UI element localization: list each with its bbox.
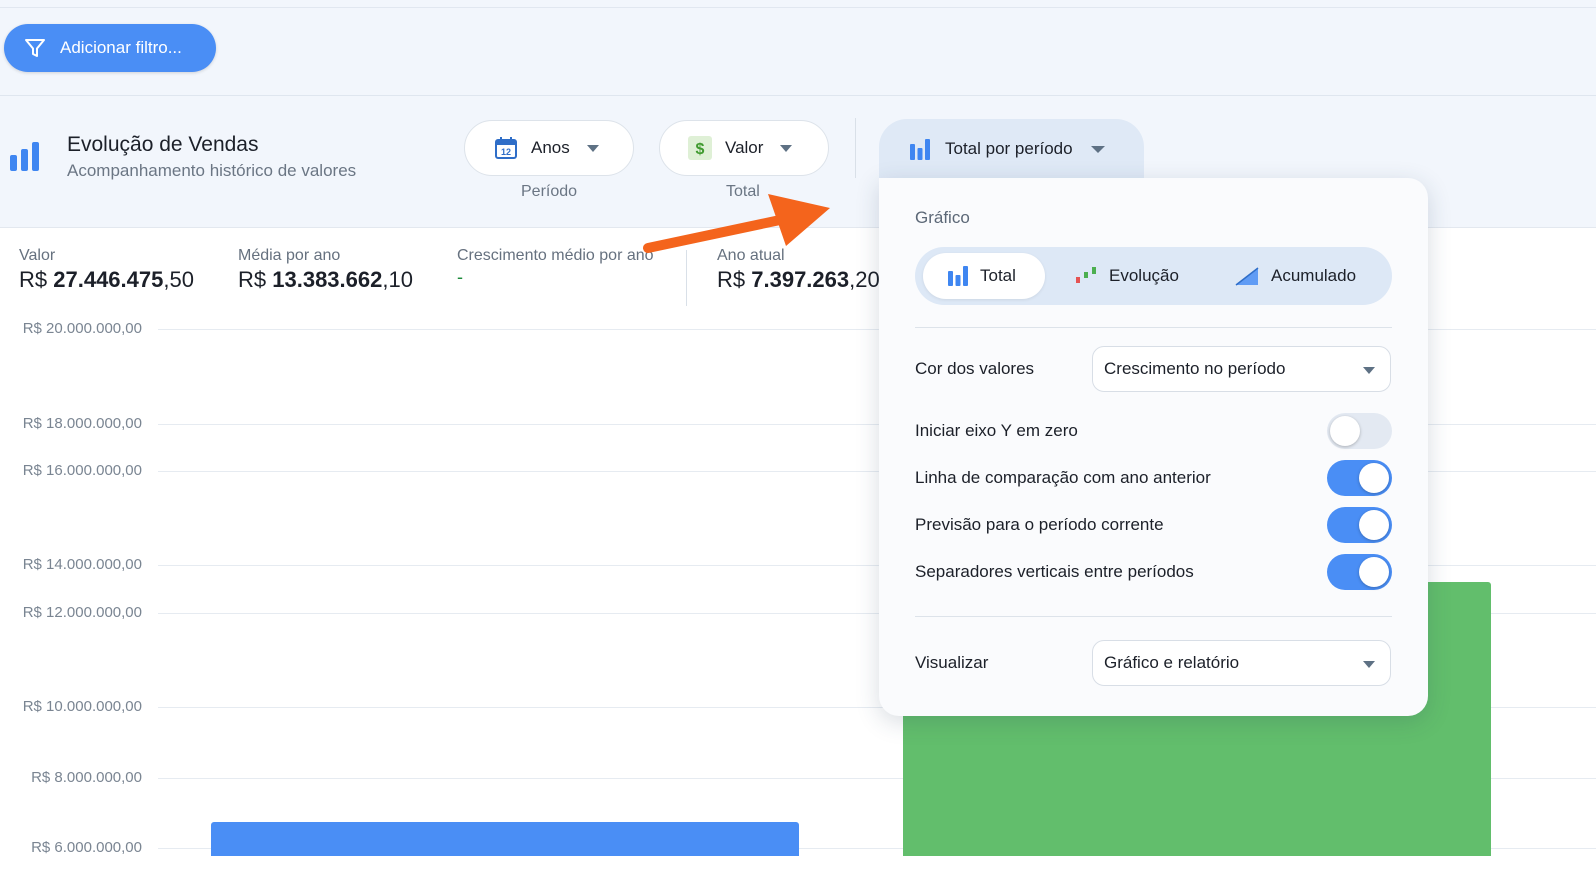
divider <box>0 7 1596 8</box>
divider <box>0 95 1596 96</box>
segment-accumulated[interactable]: Acumulado <box>1235 253 1385 299</box>
period-select[interactable]: 12 Anos <box>464 120 634 176</box>
stat-label: Média por ano <box>238 247 341 264</box>
area-chart-icon <box>1235 267 1259 286</box>
stat-label: Valor <box>19 247 56 264</box>
segment-label: Acumulado <box>1271 266 1357 285</box>
stat-label: Crescimento médio por ano <box>457 247 654 264</box>
candlestick-icon <box>1076 267 1096 283</box>
y-tick-label: R$ 14.000.000,00 <box>22 556 142 573</box>
stat-total: Valor R$ 27.446.475,50 <box>19 247 194 293</box>
y-tick-label: R$ 8.000.000,00 <box>31 769 142 786</box>
chevron-down-icon <box>1090 145 1105 153</box>
y-tick-label: R$ 12.000.000,00 <box>22 604 142 621</box>
toggle-label: Linha de comparação com ano anterior <box>915 468 1211 487</box>
chevron-down-icon <box>1363 367 1375 374</box>
calendar-icon: 12 <box>495 137 517 159</box>
toggle-label: Separadores verticais entre períodos <box>915 562 1194 581</box>
view-select[interactable]: Gráfico e relatório <box>1092 640 1391 686</box>
color-values-label: Cor dos valores <box>915 359 1035 378</box>
toggle-label: Iniciar eixo Y em zero <box>915 421 1078 440</box>
y-tick-label: R$ 18.000.000,00 <box>22 415 142 432</box>
segment-evolution[interactable]: Evolução <box>1075 253 1220 299</box>
chart-options-popup: Gráfico Total Evolução Acumulado Cor dos… <box>879 178 1428 716</box>
stat-value: R$ 7.397.263,20 <box>717 267 880 292</box>
page-subtitle: Acompanhamento histórico de valores <box>67 161 357 180</box>
annotation-arrow-icon <box>643 194 830 253</box>
metric-select[interactable]: $ Valor <box>659 120 829 176</box>
bar-chart-icon <box>10 142 39 171</box>
y-tick-label: R$ 16.000.000,00 <box>22 462 142 479</box>
dollar-icon: $ <box>688 136 712 160</box>
bar-series-item[interactable] <box>211 822 799 856</box>
period-select-value: Anos <box>531 138 570 157</box>
add-filter-label: Adicionar filtro... <box>60 38 182 57</box>
chart-type-segmented-control: Total Evolução Acumulado <box>915 247 1392 305</box>
start-y-at-zero-toggle[interactable] <box>1327 413 1392 449</box>
filter-icon <box>25 39 45 57</box>
y-tick-label: R$ 6.000.000,00 <box>31 839 142 856</box>
stat-growth: Crescimento médio por ano - <box>457 247 654 288</box>
toggle-label: Previsão para o período corrente <box>915 515 1164 534</box>
stat-value: R$ 27.446.475,50 <box>19 267 194 292</box>
divider <box>855 118 856 178</box>
segment-label: Evolução <box>1109 266 1179 285</box>
bar-chart-icon <box>948 266 968 286</box>
metric-select-value: Valor <box>725 138 764 157</box>
svg-text:12: 12 <box>501 147 511 157</box>
bar-chart-icon <box>910 139 930 160</box>
view-value: Gráfico e relatório <box>1104 653 1240 672</box>
divider <box>915 327 1392 328</box>
chevron-down-icon <box>780 144 793 152</box>
chevron-down-icon <box>586 144 599 152</box>
y-tick-label: R$ 20.000.000,00 <box>22 320 142 337</box>
segment-label: Total <box>980 266 1016 285</box>
divider <box>915 616 1392 617</box>
svg-text:$: $ <box>696 141 705 158</box>
add-filter-button[interactable]: Adicionar filtro... <box>4 24 216 72</box>
current-period-forecast-toggle[interactable] <box>1327 507 1392 543</box>
color-values-select[interactable]: Crescimento no período <box>1092 346 1391 392</box>
stat-value: - <box>457 267 463 287</box>
view-label: Visualizar <box>915 653 989 672</box>
stat-value: R$ 13.383.662,10 <box>238 267 413 292</box>
page-title: Evolução de Vendas <box>67 133 259 156</box>
color-values-value: Crescimento no período <box>1104 359 1286 378</box>
chart-mode-button[interactable]: Total por período <box>879 119 1144 179</box>
segment-total[interactable]: Total <box>923 253 1045 299</box>
period-caption: Período <box>521 183 578 200</box>
chart-mode-value: Total por período <box>945 139 1073 158</box>
popup-heading: Gráfico <box>915 208 970 227</box>
stat-average: Média por ano R$ 13.383.662,10 <box>238 247 413 293</box>
chevron-down-icon <box>1363 661 1375 668</box>
vertical-separators-toggle[interactable] <box>1327 554 1392 590</box>
previous-year-comparison-toggle[interactable] <box>1327 460 1392 496</box>
y-tick-label: R$ 10.000.000,00 <box>22 698 142 715</box>
